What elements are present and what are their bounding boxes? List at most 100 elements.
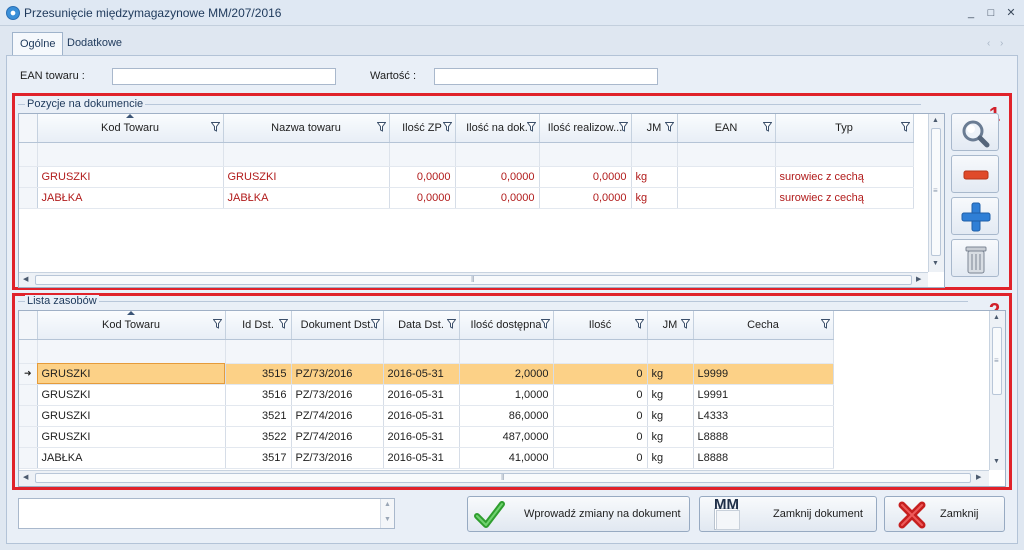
filter-icon[interactable] bbox=[376, 122, 386, 132]
cell-id[interactable]: 3521 bbox=[225, 405, 292, 427]
close-window-button[interactable]: ✕ bbox=[1004, 6, 1018, 20]
filter-icon[interactable] bbox=[526, 122, 536, 132]
table-row[interactable]: GRUSZKI 3521 PZ/74/2016 2016-05-31 86,00… bbox=[19, 405, 834, 427]
cell-ilosc-zp[interactable]: 0,0000 bbox=[389, 187, 456, 209]
close-document-button[interactable]: MM Zamknij dokument bbox=[699, 496, 877, 532]
cell-nazwa[interactable]: JABŁKA bbox=[223, 187, 390, 209]
cell-cecha[interactable]: L4333 bbox=[693, 405, 834, 427]
cell-ilosc-real[interactable]: 0,0000 bbox=[539, 166, 632, 188]
cell-dostepna[interactable]: 2,0000 bbox=[459, 363, 554, 385]
cell-ilosc-real[interactable]: 0,0000 bbox=[539, 187, 632, 209]
search-button[interactable] bbox=[951, 113, 999, 151]
cell-cecha[interactable]: L9991 bbox=[693, 384, 834, 406]
cell-typ[interactable]: surowiec z cechą bbox=[775, 166, 914, 188]
resources-col-id[interactable]: Id Dst. bbox=[225, 311, 292, 340]
filter-icon[interactable] bbox=[446, 319, 456, 329]
minimize-button[interactable]: _ bbox=[964, 6, 978, 20]
resources-filter-row[interactable] bbox=[19, 339, 834, 364]
cell-kod[interactable]: GRUSZKI bbox=[37, 166, 224, 188]
cell-id[interactable]: 3516 bbox=[225, 384, 292, 406]
tab-scroll-right-icon[interactable]: › bbox=[1000, 38, 1003, 49]
cell-kod[interactable]: JABŁKA bbox=[37, 447, 226, 469]
scroll-down-icon[interactable]: ▼ bbox=[384, 516, 391, 523]
filter-icon[interactable] bbox=[618, 122, 628, 132]
cell-jm[interactable]: kg bbox=[647, 426, 694, 448]
positions-col-ean[interactable]: EAN bbox=[677, 114, 776, 143]
table-row[interactable]: GRUSZKI 3522 PZ/74/2016 2016-05-31 487,0… bbox=[19, 426, 834, 448]
cell-ilosc[interactable]: 0 bbox=[553, 447, 648, 469]
cell-ilosc[interactable]: 0 bbox=[553, 405, 648, 427]
filter-icon[interactable] bbox=[540, 319, 550, 329]
cell-cecha[interactable]: L9999 bbox=[693, 363, 834, 385]
table-row[interactable]: GRUSZKI 3516 PZ/73/2016 2016-05-31 1,000… bbox=[19, 384, 834, 406]
cell-jm[interactable]: kg bbox=[647, 384, 694, 406]
cell-dok[interactable]: PZ/73/2016 bbox=[291, 363, 384, 385]
close-button[interactable]: Zamknij bbox=[884, 496, 1005, 532]
positions-col-ilosc-zp[interactable]: Ilość ZP bbox=[389, 114, 456, 143]
cell-data[interactable]: 2016-05-31 bbox=[383, 363, 460, 385]
cell-jm[interactable]: kg bbox=[647, 447, 694, 469]
cell-dostepna[interactable]: 86,0000 bbox=[459, 405, 554, 427]
cell-nazwa[interactable]: GRUSZKI bbox=[223, 166, 390, 188]
cell-ilosc[interactable]: 0 bbox=[553, 384, 648, 406]
filter-icon[interactable] bbox=[680, 319, 690, 329]
resources-col-jm[interactable]: JM bbox=[647, 311, 694, 340]
cell-jm[interactable]: kg bbox=[631, 187, 678, 209]
filter-icon[interactable] bbox=[212, 319, 222, 329]
positions-col-typ[interactable]: Typ bbox=[775, 114, 914, 143]
cell-kod[interactable]: GRUSZKI bbox=[37, 363, 226, 385]
cell-kod[interactable]: GRUSZKI bbox=[37, 384, 226, 406]
cell-data[interactable]: 2016-05-31 bbox=[383, 426, 460, 448]
tab-scroll-left-icon[interactable]: ‹ bbox=[987, 38, 990, 49]
scroll-left-icon[interactable]: ◀ bbox=[23, 473, 28, 481]
positions-col-jm[interactable]: JM bbox=[631, 114, 678, 143]
positions-col-nazwa[interactable]: Nazwa towaru bbox=[223, 114, 390, 143]
cell-cecha[interactable]: L8888 bbox=[693, 447, 834, 469]
cell-id[interactable]: 3522 bbox=[225, 426, 292, 448]
cell-data[interactable]: 2016-05-31 bbox=[383, 384, 460, 406]
notes-textarea[interactable]: ▲ ▼ bbox=[18, 498, 395, 529]
tab-ogolne[interactable]: Ogólne bbox=[12, 32, 64, 55]
positions-filter-row[interactable] bbox=[19, 142, 914, 167]
resources-col-kod[interactable]: Kod Towaru bbox=[37, 311, 226, 340]
cell-kod[interactable]: GRUSZKI bbox=[37, 405, 226, 427]
cell-typ[interactable]: surowiec z cechą bbox=[775, 187, 914, 209]
cell-ilosc-dok[interactable]: 0,0000 bbox=[455, 187, 540, 209]
cell-ean[interactable] bbox=[677, 187, 776, 209]
cell-dostepna[interactable]: 1,0000 bbox=[459, 384, 554, 406]
ean-input[interactable] bbox=[112, 68, 336, 85]
cell-dok[interactable]: PZ/74/2016 bbox=[291, 426, 384, 448]
scroll-up-icon[interactable]: ▲ bbox=[384, 501, 391, 508]
table-row[interactable]: JABŁKA JABŁKA 0,0000 0,0000 0,0000 kg su… bbox=[19, 187, 914, 209]
resources-vscroll[interactable]: ▲ ≡ ▼ bbox=[989, 311, 1005, 470]
cell-dok[interactable]: PZ/73/2016 bbox=[291, 384, 384, 406]
cell-ilosc[interactable]: 0 bbox=[553, 363, 648, 385]
apply-changes-button[interactable]: Wprowadź zmiany na dokument bbox=[467, 496, 690, 532]
cell-cecha[interactable]: L8888 bbox=[693, 426, 834, 448]
scroll-down-icon[interactable]: ▼ bbox=[932, 260, 939, 267]
add-button[interactable] bbox=[951, 197, 999, 235]
positions-hscroll[interactable]: ◀ ‖ ▶ bbox=[19, 272, 928, 287]
scroll-up-icon[interactable]: ▲ bbox=[993, 314, 1000, 321]
cell-id[interactable]: 3515 bbox=[225, 363, 292, 385]
positions-col-ilosc-real[interactable]: Ilość realizow... bbox=[539, 114, 632, 143]
delete-button[interactable] bbox=[951, 239, 999, 277]
notes-scrollbar[interactable]: ▲ ▼ bbox=[380, 499, 394, 528]
cell-ilosc[interactable]: 0 bbox=[553, 426, 648, 448]
cell-ilosc-zp[interactable]: 0,0000 bbox=[389, 166, 456, 188]
cell-jm[interactable]: kg bbox=[647, 363, 694, 385]
cell-data[interactable]: 2016-05-31 bbox=[383, 447, 460, 469]
positions-col-kod[interactable]: Kod Towaru bbox=[37, 114, 224, 143]
cell-kod[interactable]: JABŁKA bbox=[37, 187, 224, 209]
cell-dostepna[interactable]: 41,0000 bbox=[459, 447, 554, 469]
table-row[interactable]: JABŁKA 3517 PZ/73/2016 2016-05-31 41,000… bbox=[19, 447, 834, 469]
resources-col-dostepna[interactable]: Ilość dostępna bbox=[459, 311, 554, 340]
scroll-right-icon[interactable]: ▶ bbox=[916, 275, 921, 283]
cell-kod[interactable]: GRUSZKI bbox=[37, 426, 226, 448]
resources-hscroll[interactable]: ◀ ‖ ▶ bbox=[19, 470, 989, 486]
cell-ilosc-dok[interactable]: 0,0000 bbox=[455, 166, 540, 188]
resources-col-ilosc[interactable]: Ilość bbox=[553, 311, 648, 340]
filter-icon[interactable] bbox=[664, 122, 674, 132]
filter-icon[interactable] bbox=[820, 319, 830, 329]
positions-vscroll[interactable]: ▲ ≡ ▼ bbox=[928, 114, 944, 272]
